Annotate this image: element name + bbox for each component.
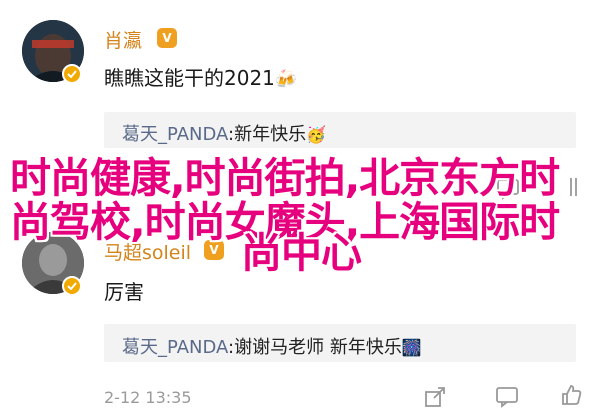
reply-author[interactable]: 葛天_PANDA — [122, 337, 228, 358]
reply-line: 葛天_PANDA:新年快乐🥳 — [122, 124, 327, 145]
reply-author[interactable]: 葛天_PANDA — [122, 124, 228, 145]
timestamp: 2-12 13:35 — [104, 388, 192, 407]
reply-box[interactable]: 葛天_PANDA:新年快乐🥳 — [104, 112, 576, 148]
reply-text: 新年快乐 — [234, 124, 307, 145]
emoji: 🥳 — [306, 125, 327, 144]
comment-text: 厉害 — [104, 280, 144, 304]
verified-icon — [62, 64, 82, 84]
overlay-line-1: 时尚健康,时尚街拍,北京东方时 — [10, 154, 560, 202]
verified-icon — [62, 276, 82, 296]
share-icon[interactable] — [424, 386, 446, 408]
like-icon[interactable] — [566, 176, 580, 198]
reply-text: 谢谢马老师 新年快乐 — [234, 337, 402, 358]
username[interactable]: 肖瀛 — [104, 26, 142, 53]
vip-badge-icon: V — [157, 28, 177, 48]
like-icon[interactable] — [560, 384, 582, 406]
reply-line: 葛天_PANDA:谢谢马老师 新年快乐🎆 — [122, 337, 422, 358]
emoji: 🎆 — [401, 338, 422, 357]
emoji: 🍻 — [274, 69, 298, 90]
comment-text: 瞧瞧这能干的2021🍻 — [104, 66, 298, 90]
reply-box[interactable]: 葛天_PANDA:谢谢马老师 新年快乐🎆 — [104, 324, 576, 362]
comment-icon[interactable] — [495, 386, 519, 408]
overlay-line-3: 尚中心 — [241, 229, 362, 277]
